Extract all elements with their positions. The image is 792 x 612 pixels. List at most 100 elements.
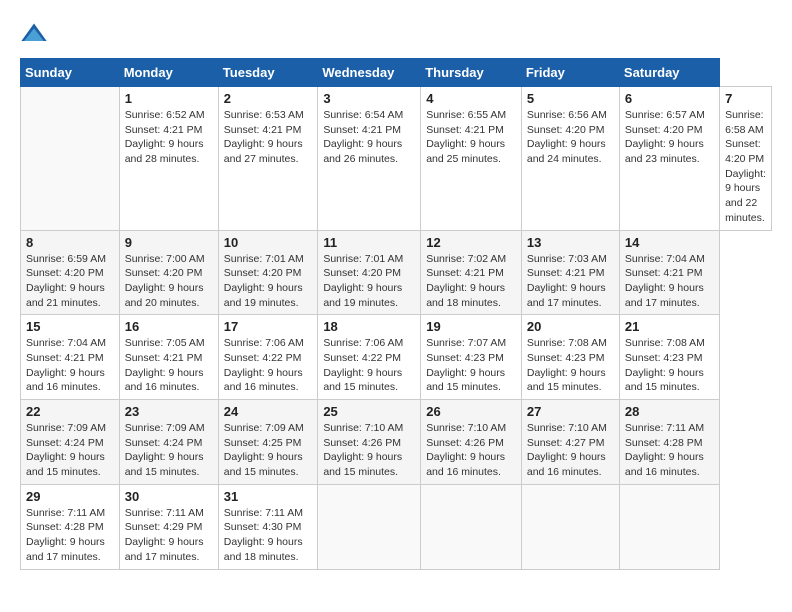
week-row-3: 15Sunrise: 7:04 AMSunset: 4:21 PMDayligh…	[21, 315, 772, 400]
day-cell-11: 11 Sunrise: 7:01 AMSunset: 4:20 PMDayligh…	[318, 230, 421, 315]
day-info: Sunrise: 7:10 AMSunset: 4:26 PMDaylight:…	[323, 421, 415, 480]
days-of-week-row: SundayMondayTuesdayWednesdayThursdayFrid…	[21, 59, 772, 87]
day-cell-7: 7 Sunrise: 6:58 AMSunset: 4:20 PMDaylight…	[720, 87, 772, 231]
day-info: Sunrise: 7:09 AMSunset: 4:25 PMDaylight:…	[224, 421, 313, 480]
day-number: 29	[26, 489, 114, 504]
day-info: Sunrise: 6:57 AMSunset: 4:20 PMDaylight:…	[625, 108, 714, 167]
day-cell-5: 5 Sunrise: 6:56 AMSunset: 4:20 PMDaylight…	[521, 87, 619, 231]
calendar-header: SundayMondayTuesdayWednesdayThursdayFrid…	[21, 59, 772, 87]
day-cell-2: 2 Sunrise: 6:53 AMSunset: 4:21 PMDaylight…	[218, 87, 318, 231]
calendar-table: SundayMondayTuesdayWednesdayThursdayFrid…	[20, 58, 772, 570]
day-number: 5	[527, 91, 614, 106]
day-number: 1	[125, 91, 213, 106]
day-cell-16: 16 Sunrise: 7:05 AMSunset: 4:21 PMDayligh…	[119, 315, 218, 400]
day-number: 18	[323, 319, 415, 334]
day-of-week-sunday: Sunday	[21, 59, 120, 87]
week-row-2: 8 Sunrise: 6:59 AMSunset: 4:20 PMDaylight…	[21, 230, 772, 315]
day-cell-9: 9 Sunrise: 7:00 AMSunset: 4:20 PMDaylight…	[119, 230, 218, 315]
day-of-week-tuesday: Tuesday	[218, 59, 318, 87]
day-info: Sunrise: 6:56 AMSunset: 4:20 PMDaylight:…	[527, 108, 614, 167]
day-number: 27	[527, 404, 614, 419]
day-of-week-wednesday: Wednesday	[318, 59, 421, 87]
day-cell-28: 28 Sunrise: 7:11 AMSunset: 4:28 PMDayligh…	[619, 400, 719, 485]
day-cell-20: 20 Sunrise: 7:08 AMSunset: 4:23 PMDayligh…	[521, 315, 619, 400]
day-number: 26	[426, 404, 516, 419]
page-header	[20, 20, 772, 48]
day-info: Sunrise: 7:09 AMSunset: 4:24 PMDaylight:…	[26, 421, 114, 480]
day-info: Sunrise: 6:52 AMSunset: 4:21 PMDaylight:…	[125, 108, 213, 167]
day-cell-4: 4 Sunrise: 6:55 AMSunset: 4:21 PMDaylight…	[421, 87, 522, 231]
day-info: Sunrise: 7:00 AMSunset: 4:20 PMDaylight:…	[125, 252, 213, 311]
logo-icon	[20, 20, 48, 48]
day-info: Sunrise: 7:10 AMSunset: 4:27 PMDaylight:…	[527, 421, 614, 480]
day-info: Sunrise: 6:55 AMSunset: 4:21 PMDaylight:…	[426, 108, 516, 167]
empty-cell	[21, 87, 120, 231]
day-cell-17: 17 Sunrise: 7:06 AMSunset: 4:22 PMDayligh…	[218, 315, 318, 400]
day-cell-15: 15Sunrise: 7:04 AMSunset: 4:21 PMDayligh…	[21, 315, 120, 400]
day-info: Sunrise: 7:01 AMSunset: 4:20 PMDaylight:…	[323, 252, 415, 311]
day-info: Sunrise: 7:05 AMSunset: 4:21 PMDaylight:…	[125, 336, 213, 395]
day-info: Sunrise: 7:11 AMSunset: 4:29 PMDaylight:…	[125, 506, 213, 565]
day-info: Sunrise: 6:58 AMSunset: 4:20 PMDaylight:…	[725, 108, 766, 226]
day-info: Sunrise: 6:53 AMSunset: 4:21 PMDaylight:…	[224, 108, 313, 167]
day-cell-23: 23Sunrise: 7:09 AMSunset: 4:24 PMDayligh…	[119, 400, 218, 485]
day-number: 24	[224, 404, 313, 419]
empty-cell	[521, 484, 619, 569]
day-info: Sunrise: 7:08 AMSunset: 4:23 PMDaylight:…	[527, 336, 614, 395]
day-number: 20	[527, 319, 614, 334]
empty-cell	[619, 484, 719, 569]
day-info: Sunrise: 7:06 AMSunset: 4:22 PMDaylight:…	[323, 336, 415, 395]
day-cell-3: 3Sunrise: 6:54 AMSunset: 4:21 PMDaylight…	[318, 87, 421, 231]
day-cell-19: 19Sunrise: 7:07 AMSunset: 4:23 PMDayligh…	[421, 315, 522, 400]
day-cell-29: 29 Sunrise: 7:11 AMSunset: 4:28 PMDayligh…	[21, 484, 120, 569]
day-cell-18: 18 Sunrise: 7:06 AMSunset: 4:22 PMDayligh…	[318, 315, 421, 400]
day-cell-13: 13 Sunrise: 7:03 AMSunset: 4:21 PMDayligh…	[521, 230, 619, 315]
day-number: 8	[26, 235, 114, 250]
day-number: 15	[26, 319, 114, 334]
day-cell-27: 27 Sunrise: 7:10 AMSunset: 4:27 PMDayligh…	[521, 400, 619, 485]
day-number: 30	[125, 489, 213, 504]
day-cell-8: 8 Sunrise: 6:59 AMSunset: 4:20 PMDaylight…	[21, 230, 120, 315]
day-cell-31: 31Sunrise: 7:11 AMSunset: 4:30 PMDayligh…	[218, 484, 318, 569]
day-cell-10: 10Sunrise: 7:01 AMSunset: 4:20 PMDayligh…	[218, 230, 318, 315]
day-info: Sunrise: 7:03 AMSunset: 4:21 PMDaylight:…	[527, 252, 614, 311]
empty-cell	[318, 484, 421, 569]
day-cell-26: 26 Sunrise: 7:10 AMSunset: 4:26 PMDayligh…	[421, 400, 522, 485]
day-number: 11	[323, 235, 415, 250]
day-number: 25	[323, 404, 415, 419]
logo	[20, 20, 52, 48]
day-number: 10	[224, 235, 313, 250]
day-number: 17	[224, 319, 313, 334]
week-row-4: 22Sunrise: 7:09 AMSunset: 4:24 PMDayligh…	[21, 400, 772, 485]
day-cell-22: 22Sunrise: 7:09 AMSunset: 4:24 PMDayligh…	[21, 400, 120, 485]
day-info: Sunrise: 6:59 AMSunset: 4:20 PMDaylight:…	[26, 252, 114, 311]
day-info: Sunrise: 7:11 AMSunset: 4:28 PMDaylight:…	[625, 421, 714, 480]
day-cell-24: 24 Sunrise: 7:09 AMSunset: 4:25 PMDayligh…	[218, 400, 318, 485]
day-number: 4	[426, 91, 516, 106]
day-cell-30: 30 Sunrise: 7:11 AMSunset: 4:29 PMDayligh…	[119, 484, 218, 569]
empty-cell	[421, 484, 522, 569]
day-number: 23	[125, 404, 213, 419]
day-of-week-friday: Friday	[521, 59, 619, 87]
day-number: 16	[125, 319, 213, 334]
day-number: 28	[625, 404, 714, 419]
day-number: 7	[725, 91, 766, 106]
day-number: 13	[527, 235, 614, 250]
day-number: 6	[625, 91, 714, 106]
day-info: Sunrise: 7:08 AMSunset: 4:23 PMDaylight:…	[625, 336, 714, 395]
day-info: Sunrise: 7:10 AMSunset: 4:26 PMDaylight:…	[426, 421, 516, 480]
day-info: Sunrise: 7:11 AMSunset: 4:28 PMDaylight:…	[26, 506, 114, 565]
calendar-body: 1 Sunrise: 6:52 AMSunset: 4:21 PMDaylight…	[21, 87, 772, 570]
day-number: 14	[625, 235, 714, 250]
day-number: 9	[125, 235, 213, 250]
day-cell-25: 25 Sunrise: 7:10 AMSunset: 4:26 PMDayligh…	[318, 400, 421, 485]
day-of-week-thursday: Thursday	[421, 59, 522, 87]
day-of-week-saturday: Saturday	[619, 59, 719, 87]
day-number: 3	[323, 91, 415, 106]
day-info: Sunrise: 7:02 AMSunset: 4:21 PMDaylight:…	[426, 252, 516, 311]
day-number: 2	[224, 91, 313, 106]
day-cell-6: 6 Sunrise: 6:57 AMSunset: 4:20 PMDaylight…	[619, 87, 719, 231]
day-info: Sunrise: 7:04 AMSunset: 4:21 PMDaylight:…	[625, 252, 714, 311]
day-info: Sunrise: 7:06 AMSunset: 4:22 PMDaylight:…	[224, 336, 313, 395]
day-number: 12	[426, 235, 516, 250]
